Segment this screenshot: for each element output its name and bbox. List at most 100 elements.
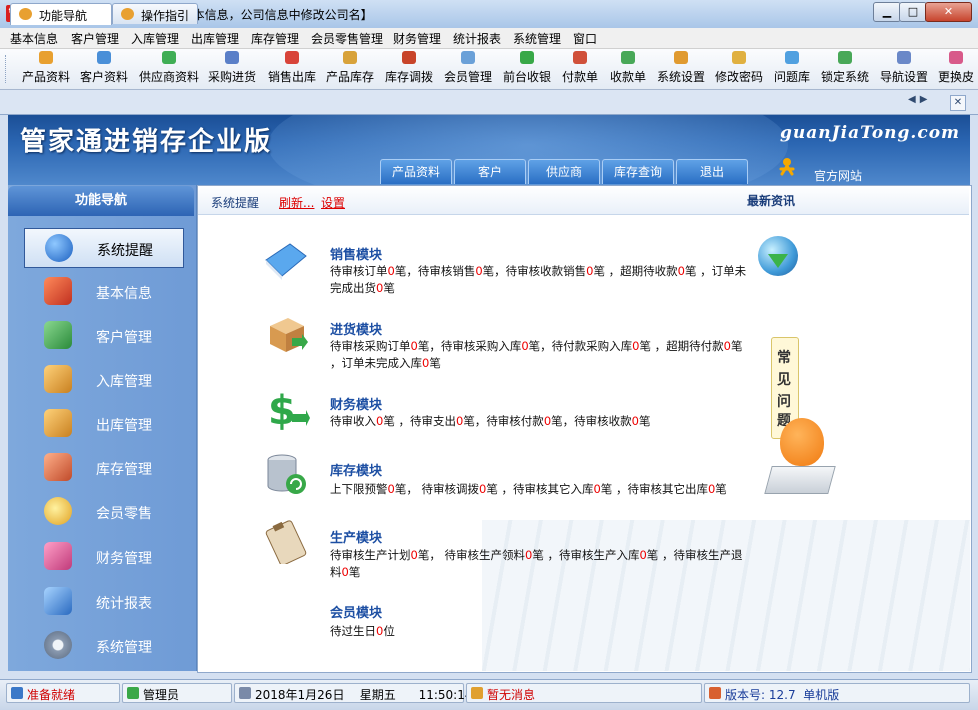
nav-item-system[interactable]: 系统管理 [16,626,192,664]
module-item-label: 待审核采购订单 [330,339,411,353]
module-item-label: 订单未完成入库 [341,356,423,370]
banner-tab-exit[interactable]: 退出 [676,159,748,184]
module-item-count[interactable]: 0 [388,264,395,278]
module-title-finance[interactable]: 财务模块 [330,394,382,413]
module-item-count[interactable]: 0 [388,482,395,496]
user-icon [127,687,139,699]
module-item-unit: 笔 ， [646,548,674,562]
module-item-count[interactable]: 0 [724,339,731,353]
toolbar-nav-settings[interactable]: 导航设置 [878,51,930,87]
tab-guide[interactable]: 操作指引 [112,3,198,24]
menu-finance[interactable]: 财务管理 [393,30,441,47]
module-title-production[interactable]: 生产模块 [330,527,382,546]
official-site-link[interactable]: 官方网站 [814,167,862,184]
menu-customer[interactable]: 客户管理 [71,30,119,47]
menu-reports[interactable]: 统计报表 [453,30,501,47]
module-item-count[interactable]: 0 [411,339,418,353]
toolbar-supplier[interactable]: 供应商资料 [138,51,200,87]
module-item-unit: 笔， [551,414,575,428]
module-item-count[interactable]: 0 [593,482,600,496]
module-title-sales[interactable]: 销售模块 [330,244,382,263]
module-item-unit: 笔 ， [383,414,410,428]
module-title-stock[interactable]: 库存模块 [330,460,382,479]
toolbar-cashier[interactable]: 前台收银 [501,51,553,87]
toolbar-product[interactable]: 产品资料 [20,51,72,87]
menu-window[interactable]: 窗口 [573,30,597,47]
module-text-finance: 待审收入0笔 ，待审支出0笔，待审核付款0笔，待审核收款0笔 [330,413,750,430]
toolbar-member[interactable]: 会员管理 [442,51,494,87]
toolbar-lock[interactable]: 锁定系统 [819,51,871,87]
menu-stock[interactable]: 库存管理 [251,30,299,47]
keyboard-background-image [482,520,970,671]
toolbar-payment[interactable]: 付款单 [559,51,601,87]
module-item-count[interactable]: 0 [411,548,418,562]
maximize-button[interactable]: □ [899,2,927,22]
money-icon: $ [268,388,310,430]
module-item-label: 待审支出 [409,414,456,428]
nav-header: 功能导航 [8,186,194,216]
module-item-count[interactable]: 0 [678,264,685,278]
menu-member-retail[interactable]: 会员零售管理 [311,30,383,47]
toolbar-skin[interactable]: 更换皮 [936,51,976,87]
module-title-member[interactable]: 会员模块 [330,602,382,621]
module-item-unit: 笔 ， [684,264,712,278]
status-user: 管理员 [122,683,232,703]
menu-outbound[interactable]: 出库管理 [191,30,239,47]
module-item-count[interactable]: 0 [632,414,639,428]
module-item-unit: 位 [383,624,395,638]
module-item-count[interactable]: 0 [475,264,482,278]
module-item-count[interactable]: 0 [639,548,646,562]
close-icon: ✕ [943,5,954,18]
official-site-icon[interactable] [776,157,798,179]
module-item-unit: 笔， [482,264,506,278]
tab-scroll-arrows[interactable]: ◀▶ [908,94,931,105]
status-datetime: 2018年1月26日 星期五 11:50:14 [234,683,472,703]
nav-item-member-retail[interactable]: 会员零售 [16,492,192,530]
module-item-count[interactable]: 0 [521,339,528,353]
nav-item-finance[interactable]: 财务管理 [16,537,192,575]
nav-item-outbound[interactable]: 出库管理 [16,404,192,442]
banner-domain: guanJiaTong.com [780,123,961,143]
lock-icon [838,51,852,64]
nav-item-system-tips[interactable]: 系统提醒 [24,228,184,268]
nav-item-reports[interactable]: 统计报表 [16,582,192,620]
module-item-label: 待过生日 [330,624,376,638]
status-version: 版本号: 12.7 单机版 [704,683,970,703]
menu-inbound[interactable]: 入库管理 [131,30,179,47]
module-item-count[interactable]: 0 [342,565,349,579]
toolbar-password[interactable]: 修改密码 [713,51,765,87]
close-button[interactable]: ✕ [925,2,972,22]
toolbar-customer[interactable]: 客户资料 [78,51,130,87]
banner-tab-product[interactable]: 产品资料 [380,159,452,184]
toolbar-settings[interactable]: 系统设置 [655,51,707,87]
tab-close-icon[interactable]: ✕ [950,95,966,111]
toolbar-sales-out[interactable]: 销售出库 [266,51,318,87]
nav-item-customer[interactable]: 客户管理 [16,316,192,354]
menu-system[interactable]: 系统管理 [513,30,561,47]
minimize-icon: ▁ [882,5,892,18]
nav-item-stock[interactable]: 库存管理 [16,448,192,486]
toolbar-transfer[interactable]: 库存调拨 [383,51,435,87]
latest-news-label[interactable]: 最新资讯 [747,192,795,209]
minimize-button[interactable]: ▁ [873,2,901,22]
system-tips-label: 系统提醒 [211,196,260,210]
settings-link[interactable]: 设置 [321,194,345,211]
faq-icon [785,51,799,64]
toolbar-stock[interactable]: 产品库存 [324,51,376,87]
banner-tab-stock-query[interactable]: 库存查询 [602,159,674,184]
refresh-link[interactable]: 刷新... [279,194,314,211]
nav-item-basic-info[interactable]: 基本信息 [16,272,192,310]
toolbar-faq[interactable]: 问题库 [771,51,813,87]
tab-function-nav[interactable]: 功能导航 [10,3,112,25]
toolbar-receipt[interactable]: 收款单 [607,51,649,87]
nav-item-inbound[interactable]: 入库管理 [16,360,192,398]
toolbar-purchase[interactable]: 采购进货 [206,51,258,87]
status-message[interactable]: 暂无消息 [466,683,702,703]
download-arrow-icon [768,254,788,268]
banner-tab-customer[interactable]: 客户 [454,159,526,184]
ready-icon [11,687,23,699]
menu-basic-info[interactable]: 基本信息 [10,30,58,47]
toolbar-grip[interactable] [5,55,9,83]
module-title-purchase[interactable]: 进货模块 [330,319,382,338]
banner-tab-supplier[interactable]: 供应商 [528,159,600,184]
